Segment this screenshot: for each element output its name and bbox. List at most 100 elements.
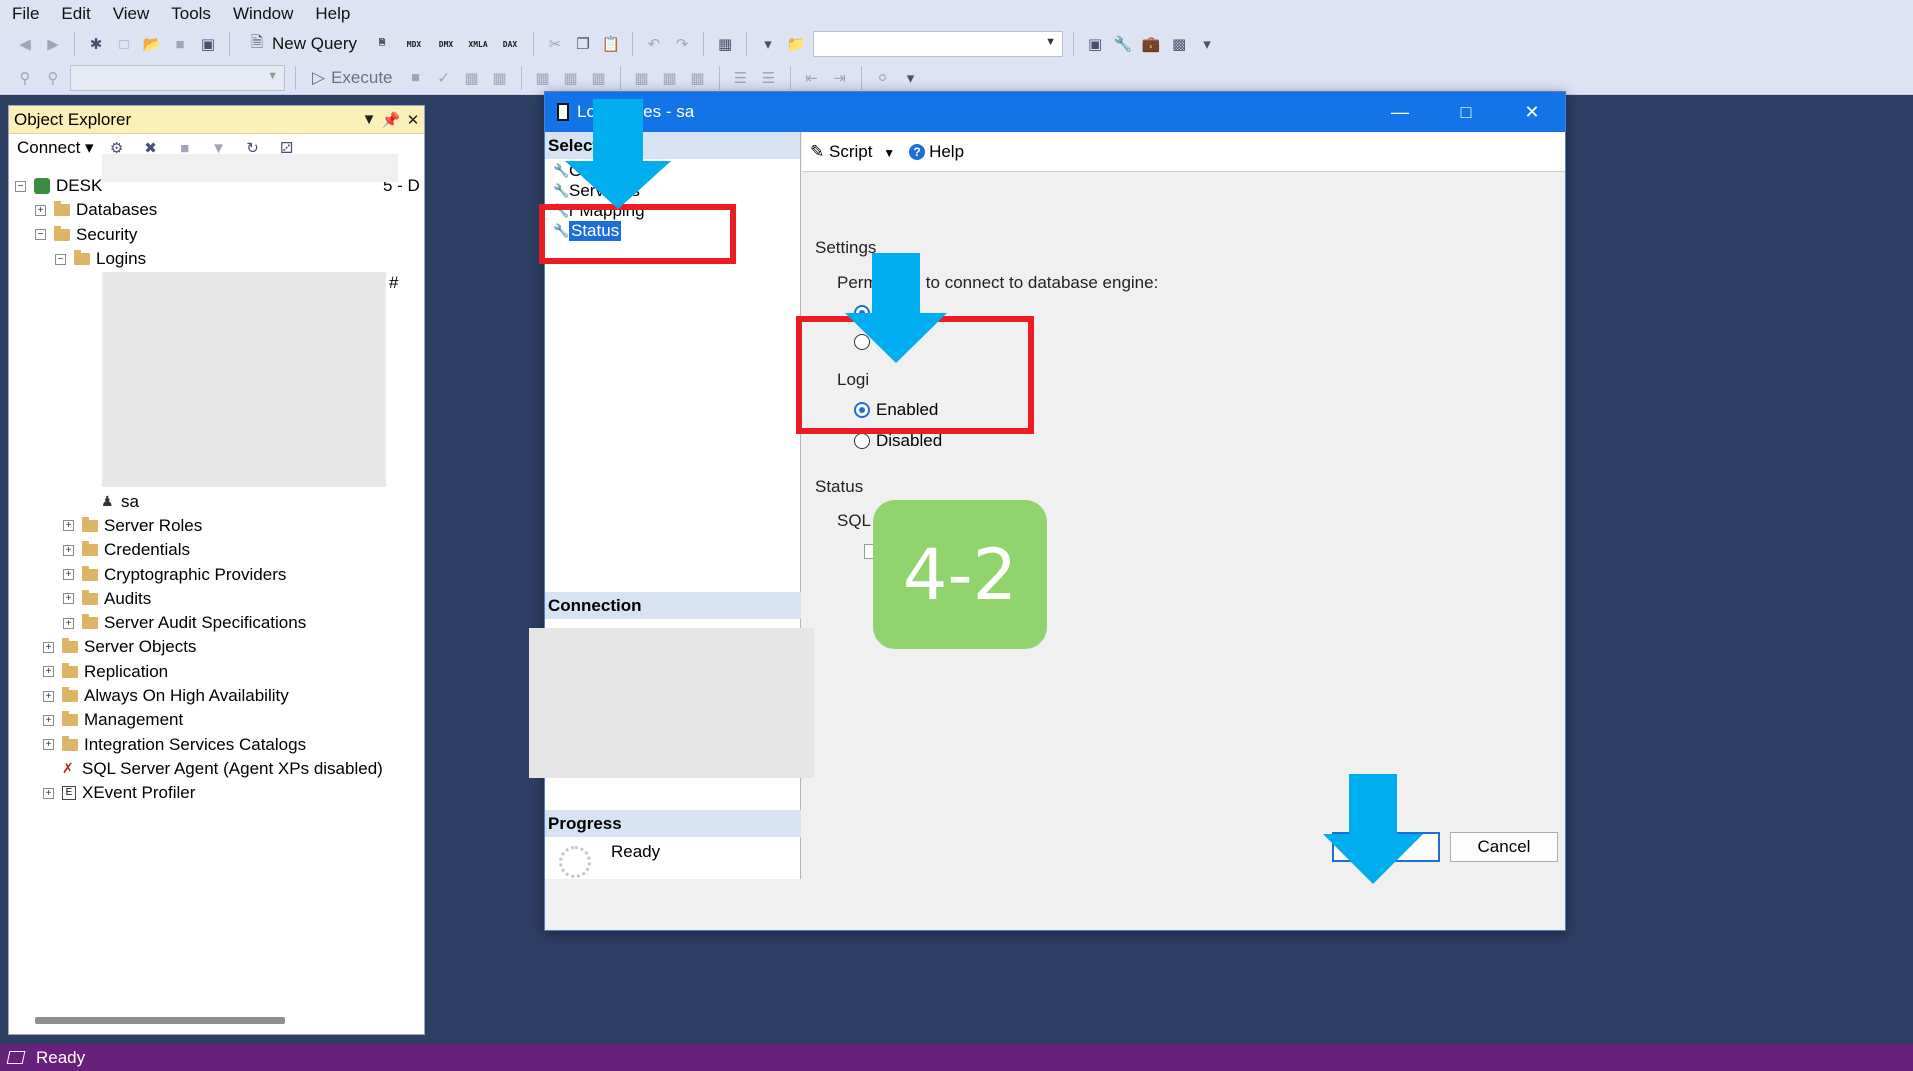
pin-icon[interactable]: 📌 [380,111,402,129]
radio-button[interactable] [854,402,870,418]
results-file-icon[interactable]: ▦ [687,67,709,89]
mdx-query-button[interactable]: MDX [401,40,427,49]
chevron-down-icon[interactable]: ▾ [757,33,779,55]
collapse-toggle[interactable]: − [35,229,46,241]
page-server-roles[interactable]: 🔧 Serv oles [545,181,800,201]
expand-toggle[interactable]: + [43,714,54,726]
expand-toggle[interactable]: + [63,520,74,532]
forward-icon[interactable]: ▶ [42,33,64,55]
expand-toggle[interactable]: + [43,739,54,751]
ok-button[interactable]: OK [1332,832,1440,862]
xmla-query-button[interactable]: XMLA [465,40,491,49]
include-plan-icon[interactable]: ▦ [560,67,582,89]
expand-toggle[interactable]: + [63,569,74,581]
display-plan-icon[interactable]: ▦ [461,67,483,89]
dmx-query-button[interactable]: DMX [433,40,459,49]
menu-view[interactable]: View [105,4,164,24]
toolbar-overflow-icon[interactable]: ▾ [900,67,922,89]
tree-node-management[interactable]: + Management [9,708,424,732]
expand-toggle[interactable]: + [43,641,54,653]
permission-grant-radio[interactable]: t [854,303,899,323]
tree-node-audits[interactable]: + Audits [9,587,424,611]
query-type-icon[interactable]: 🗎 [369,37,395,51]
dax-query-button[interactable]: DAX [497,40,523,49]
connect-dropdown[interactable]: Connect ▾ [17,138,94,158]
expand-toggle[interactable]: + [35,204,46,216]
database-selector[interactable]: ▼ [70,64,285,91]
increase-indent-icon[interactable]: ⇥ [829,67,851,89]
save-icon[interactable]: ■ [169,33,191,55]
parse-check-icon[interactable]: ✓ [433,67,455,89]
new-query-button[interactable]: 🗎 New Query [240,33,363,55]
decrease-indent-icon[interactable]: ⇤ [801,67,823,89]
expand-toggle[interactable]: + [43,690,54,702]
connect-icon[interactable]: ⚲ [14,67,36,89]
specify-values-icon[interactable]: ⚪ [872,67,894,89]
tree-node-always-on[interactable]: + Always On High Availability [9,684,424,708]
activity-monitor-icon[interactable]: ▦ [714,33,736,55]
tree-node-server-roles[interactable]: + Server Roles [9,514,424,538]
toolbox-icon[interactable]: 💼 [1140,33,1162,55]
close-icon[interactable]: ✕ [402,111,424,129]
collapse-toggle[interactable]: − [55,253,66,265]
login-disabled-radio[interactable]: Disabled [854,431,942,451]
script-button[interactable]: ✎ Script ▼ [810,142,895,162]
menu-help[interactable]: Help [307,4,364,24]
menu-file[interactable]: File [4,4,53,24]
chevron-down-icon[interactable]: ▼ [358,111,380,128]
tree-node-security[interactable]: − Security [9,223,424,247]
radio-button[interactable] [854,305,870,321]
tree-node-xevent-profiler[interactable]: + E XEvent Profiler [9,781,424,805]
expand-toggle[interactable]: + [43,787,54,799]
page-status[interactable]: 🔧 Status [545,221,800,241]
tree-node-databases[interactable]: + Databases [9,198,424,222]
tree-node-replication[interactable]: + Replication [9,660,424,684]
permission-deny-radio[interactable]: y [854,332,903,352]
tree-node-server-audit-specifications[interactable]: + Server Audit Specifications [9,611,424,635]
visual-studio-icon[interactable]: ▣ [1084,33,1106,55]
results-grid-icon[interactable]: ▦ [659,67,681,89]
tree-node-credentials[interactable]: + Credentials [9,538,424,562]
add-item-icon[interactable]: □ [113,33,135,55]
live-stats-icon[interactable]: ▦ [588,67,610,89]
execute-button[interactable]: ▷ Execute [306,68,399,88]
wrench-icon[interactable]: 🔧 [1112,33,1134,55]
disconnect-icon[interactable]: ⚲ [42,67,64,89]
page-general[interactable]: 🔧 G [545,161,800,181]
search-combo[interactable]: ▼ [813,31,1064,57]
maximize-icon[interactable]: □ [1433,102,1499,123]
expand-toggle[interactable]: + [63,617,74,629]
redo-icon[interactable]: ↷ [671,33,693,55]
results-text-icon[interactable]: ▦ [631,67,653,89]
paste-icon[interactable]: 📋 [600,33,622,55]
query-designer-icon[interactable]: ▦ [489,67,511,89]
tree-node-server-objects[interactable]: + Server Objects [9,635,424,659]
radio-button[interactable] [854,334,870,350]
command-window-icon[interactable]: ▩ [1168,33,1190,55]
radio-button[interactable] [854,433,870,449]
comment-icon[interactable]: ☰ [730,67,752,89]
open-file-icon[interactable]: 📂 [141,33,163,55]
cancel-button[interactable]: Cancel [1450,832,1558,862]
tree-node-integration-services[interactable]: + Integration Services Catalogs [9,732,424,756]
tree-node-cryptographic-providers[interactable]: + Cryptographic Providers [9,562,424,586]
toolbar-overflow-icon[interactable]: ▾ [1196,33,1218,55]
cut-icon[interactable]: ✂ [544,33,566,55]
undo-icon[interactable]: ↶ [643,33,665,55]
stop-icon[interactable]: ■ [405,67,427,89]
collapse-toggle[interactable]: − [15,180,26,192]
expand-toggle[interactable]: + [63,544,74,556]
back-icon[interactable]: ◀ [14,33,36,55]
login-enabled-radio[interactable]: Enabled [854,400,938,420]
tree-node-login-sa[interactable]: ♟ sa [9,489,424,513]
expand-toggle[interactable]: + [43,666,54,678]
solution-configurations-icon[interactable]: 📁 [785,33,807,55]
close-icon[interactable]: ✕ [1499,102,1565,123]
menu-tools[interactable]: Tools [163,4,225,24]
save-all-icon[interactable]: ▣ [197,33,219,55]
minimize-icon[interactable]: — [1367,102,1433,123]
expand-toggle[interactable]: + [63,593,74,605]
help-button[interactable]: ? Help [909,142,964,162]
intellisense-icon[interactable]: ▦ [532,67,554,89]
copy-icon[interactable]: ❐ [572,33,594,55]
